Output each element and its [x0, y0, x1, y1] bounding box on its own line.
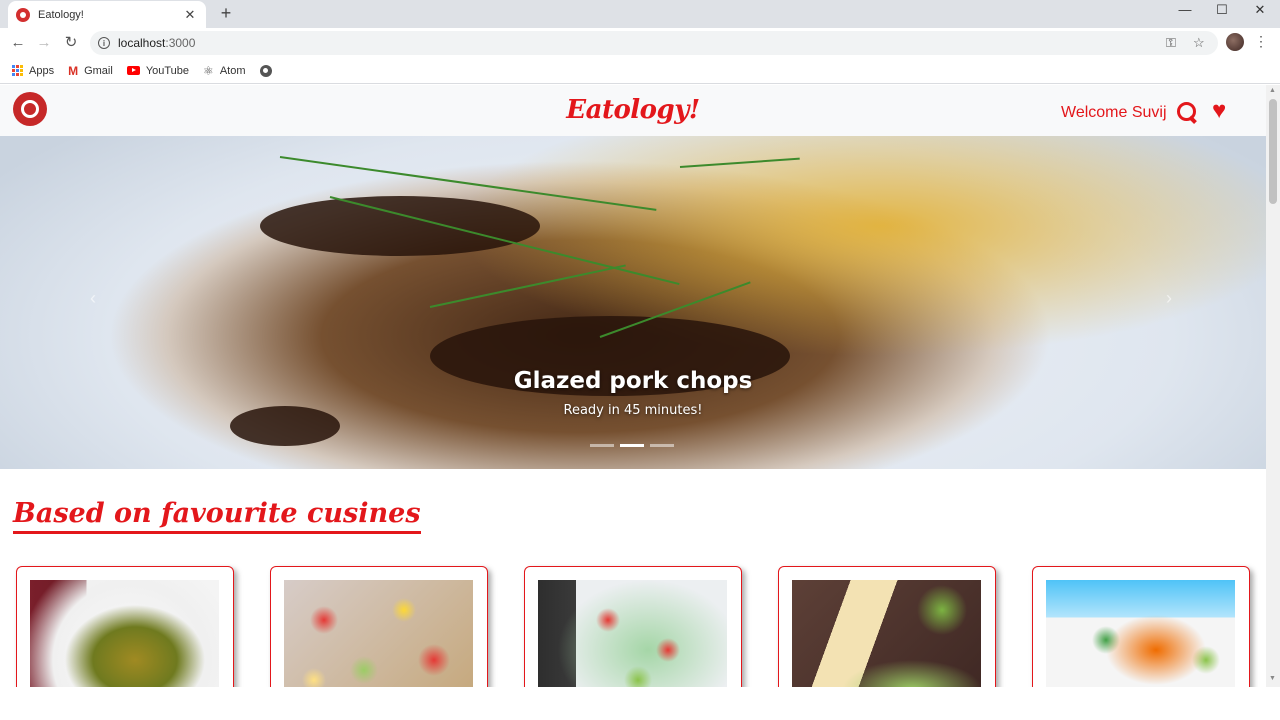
bookmark-apps[interactable]: Apps	[12, 65, 54, 77]
bookmark-globe[interactable]	[259, 64, 278, 77]
bookmarks-bar: Apps M Gmail YouTube ⚛ Atom	[0, 58, 1280, 84]
close-window-button[interactable]: ✕	[1245, 2, 1275, 18]
site-navbar: Eatology! Welcome Suvij ♥	[0, 85, 1266, 136]
recipe-image	[284, 580, 473, 687]
bookmark-youtube[interactable]: YouTube	[126, 64, 190, 77]
page-scrollbar[interactable]: ▲ ▼	[1266, 85, 1280, 687]
carousel-prev-icon[interactable]: ‹	[90, 288, 96, 309]
bookmark-atom[interactable]: ⚛ Atom	[203, 64, 245, 78]
carousel-indicator-active[interactable]	[620, 444, 644, 447]
recipe-card[interactable]	[270, 566, 488, 687]
forward-icon[interactable]: →	[34, 33, 54, 53]
carousel-subtitle: Ready in 45 minutes!	[563, 403, 703, 418]
browser-toolbar: ← → ↻ i localhost :3000 ⚿ ☆ ⋮	[0, 28, 1280, 58]
address-bar[interactable]: i localhost :3000 ⚿ ☆	[90, 31, 1218, 55]
carousel-title: Glazed pork chops	[513, 368, 753, 394]
carousel-next-icon[interactable]: ›	[1166, 288, 1172, 309]
bookmark-label: YouTube	[145, 64, 190, 77]
profile-avatar[interactable]	[1226, 33, 1244, 51]
hero-carousel[interactable]: ‹ › Glazed pork chops Ready in 45 minute…	[0, 136, 1266, 469]
gmail-icon: M	[68, 63, 79, 78]
welcome-user[interactable]: Welcome Suvij	[1061, 104, 1167, 122]
star-icon[interactable]: ☆	[1193, 31, 1205, 55]
carousel-indicators	[590, 444, 674, 447]
search-icon[interactable]	[1176, 101, 1198, 123]
youtube-icon	[126, 66, 140, 75]
tab-title: Eatology!	[38, 8, 84, 21]
web-page: Eatology! Welcome Suvij ♥ ‹ › Glazed por…	[0, 85, 1266, 687]
bookmark-label: Gmail	[84, 64, 113, 77]
recipe-image	[30, 580, 219, 687]
recipe-image	[792, 580, 981, 687]
chive-garnish	[429, 264, 626, 308]
section-title: Based on favourite cusines	[13, 498, 421, 534]
globe-icon	[259, 64, 272, 77]
recipe-image	[538, 580, 727, 687]
bookmark-label: Apps	[29, 64, 55, 77]
minimize-button[interactable]: —	[1170, 2, 1200, 17]
new-tab-button[interactable]: +	[216, 3, 236, 24]
back-icon[interactable]: ←	[8, 33, 28, 53]
carousel-indicator[interactable]	[650, 444, 674, 447]
chive-garnish	[679, 157, 800, 168]
carousel-caption: Glazed pork chops Ready in 45 minutes!	[0, 368, 1266, 418]
key-icon[interactable]: ⚿	[1166, 31, 1176, 55]
scroll-thumb[interactable]	[1269, 99, 1277, 204]
url-port: :3000	[165, 36, 196, 50]
info-icon[interactable]: i	[98, 37, 110, 49]
scroll-down-icon[interactable]: ▼	[1269, 675, 1276, 682]
glaze-shape	[260, 196, 540, 256]
browser-tab[interactable]: Eatology! ✕	[8, 1, 206, 28]
scroll-up-icon[interactable]: ▲	[1269, 87, 1276, 94]
recipe-card[interactable]	[1032, 566, 1250, 687]
recipe-card[interactable]	[524, 566, 742, 687]
atom-icon: ⚛	[203, 63, 214, 78]
bookmark-gmail[interactable]: M Gmail	[68, 64, 113, 78]
menu-kebab-icon[interactable]: ⋮	[1254, 33, 1268, 50]
maximize-button[interactable]: ☐	[1207, 2, 1237, 18]
recipe-card[interactable]	[16, 566, 234, 687]
heart-icon[interactable]: ♥	[1212, 99, 1226, 123]
url-host: localhost	[118, 36, 166, 50]
recipe-card[interactable]	[778, 566, 996, 687]
reload-icon[interactable]: ↻	[61, 33, 81, 53]
bookmark-label: Atom	[219, 64, 246, 77]
recipe-image	[1046, 580, 1235, 687]
site-favicon-icon	[16, 7, 30, 22]
browser-tab-strip: Eatology! ✕ + — ☐ ✕	[0, 0, 1280, 28]
carousel-indicator[interactable]	[590, 444, 614, 447]
close-tab-icon[interactable]: ✕	[182, 7, 198, 23]
apps-grid-icon	[12, 65, 23, 76]
